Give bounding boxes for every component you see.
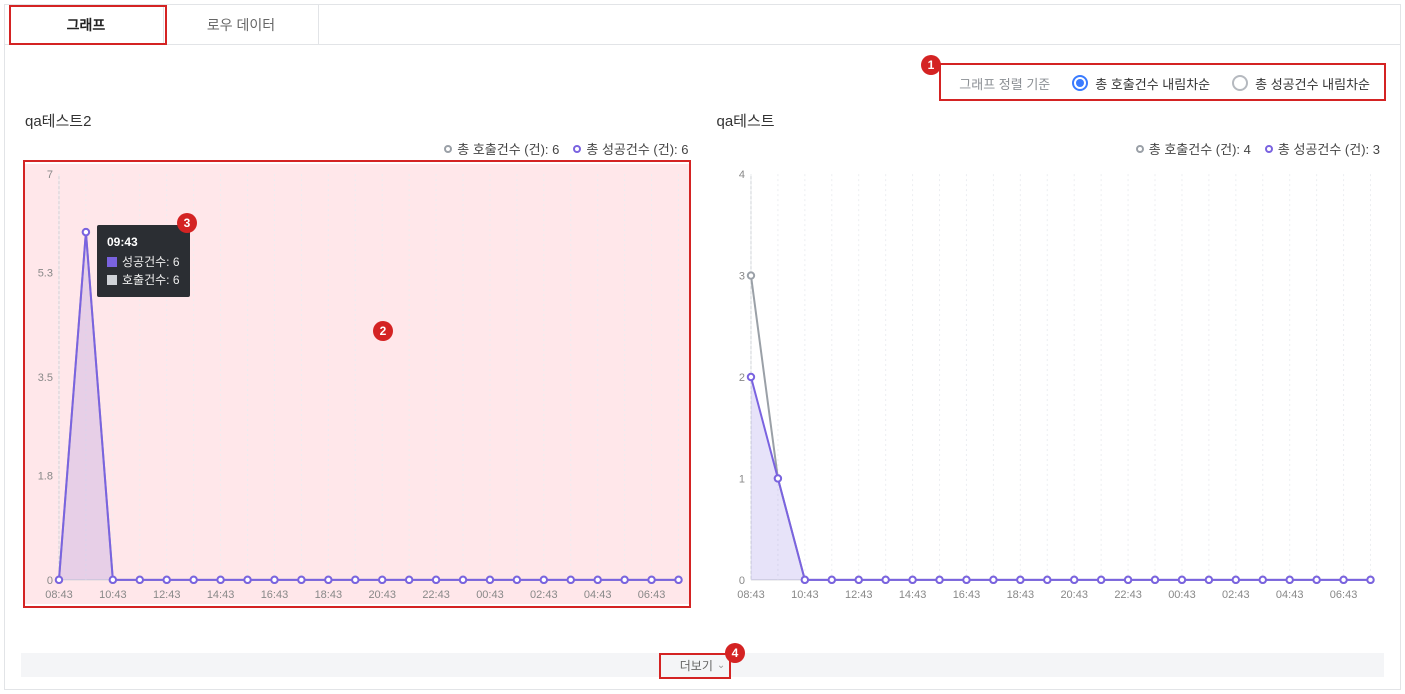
svg-text:06:43: 06:43 — [638, 589, 666, 601]
chart-svg-1: 0 1 2 3 4 08:43 10:43 12:43 14:43 16:43 18:43 20:43… — [717, 164, 1381, 604]
page-root: 그래프 로우 데이터 그래프 정렬 기준 총 호출건수 내림차순 총 성공건수 … — [4, 4, 1401, 690]
svg-text:0: 0 — [47, 575, 53, 587]
svg-text:00:43: 00:43 — [1168, 589, 1196, 601]
legend-calls-label: 총 호출건수 (건): 6 — [457, 139, 559, 158]
legend-success: 총 성공건수 (건): 3 — [1265, 139, 1380, 158]
callout-3: 3 — [177, 213, 197, 233]
legend-calls: 총 호출건수 (건): 6 — [444, 139, 559, 158]
svg-text:0: 0 — [738, 575, 744, 587]
svg-text:02:43: 02:43 — [530, 589, 557, 601]
tab-raw-data[interactable]: 로우 데이터 — [164, 5, 319, 44]
svg-text:3: 3 — [738, 271, 744, 283]
svg-text:10:43: 10:43 — [99, 589, 127, 601]
legend-success-label: 총 성공건수 (건): 6 — [586, 139, 688, 158]
panel-legend: 총 호출건수 (건): 6 총 성공건수 (건): 6 — [25, 139, 689, 158]
svg-text:16:43: 16:43 — [952, 589, 980, 601]
svg-text:18:43: 18:43 — [1006, 589, 1034, 601]
circle-icon — [1136, 145, 1144, 153]
legend-calls-label: 총 호출건수 (건): 4 — [1149, 139, 1251, 158]
svg-text:10:43: 10:43 — [791, 589, 819, 601]
callout-4: 4 — [725, 643, 745, 663]
chart-panel-1: qa테스트 총 호출건수 (건): 4 총 성공건수 (건): 3 012340… — [717, 110, 1381, 645]
panel-legend: 총 호출건수 (건): 4 총 성공건수 (건): 3 — [717, 139, 1381, 158]
svg-text:12:43: 12:43 — [844, 589, 872, 601]
legend-calls: 총 호출건수 (건): 4 — [1136, 139, 1251, 158]
svg-text:22:43: 22:43 — [422, 589, 450, 601]
svg-text:4: 4 — [738, 169, 744, 181]
chart-svg-0: 0 1.8 3.5 5.3 7 08:43 10:43 12:43 14:43 16:43 18:4… — [25, 164, 689, 604]
chart-panel-0: qa테스트2 총 호출건수 (건): 6 총 성공건수 (건): 6 0 1.8 3… — [25, 110, 689, 645]
svg-text:7: 7 — [47, 169, 53, 181]
radio-icon — [1232, 75, 1248, 91]
svg-text:02:43: 02:43 — [1222, 589, 1250, 601]
circle-icon — [573, 145, 581, 153]
circle-icon — [444, 145, 452, 153]
svg-text:04:43: 04:43 — [1275, 589, 1302, 601]
svg-text:16:43: 16:43 — [261, 589, 289, 601]
svg-text:5.3: 5.3 — [38, 268, 53, 280]
svg-text:08:43: 08:43 — [45, 589, 73, 601]
radio-icon — [1072, 75, 1088, 91]
svg-text:20:43: 20:43 — [1060, 589, 1088, 601]
svg-text:18:43: 18:43 — [315, 589, 343, 601]
svg-text:1: 1 — [738, 473, 744, 485]
sort-label: 그래프 정렬 기준 — [959, 74, 1050, 93]
svg-text:08:43: 08:43 — [737, 589, 764, 601]
legend-success-label: 총 성공건수 (건): 3 — [1278, 139, 1380, 158]
legend-success: 총 성공건수 (건): 6 — [573, 139, 688, 158]
tab-bar: 그래프 로우 데이터 — [5, 5, 1400, 45]
circle-icon — [1265, 145, 1273, 153]
svg-text:14:43: 14:43 — [898, 589, 926, 601]
svg-text:00:43: 00:43 — [476, 589, 504, 601]
svg-text:22:43: 22:43 — [1114, 589, 1142, 601]
radio-sort-by-success[interactable]: 총 성공건수 내림차순 — [1232, 74, 1370, 93]
svg-text:3.5: 3.5 — [38, 372, 53, 384]
more-label: 더보기 — [680, 657, 713, 674]
chevron-down-icon: ⌄ — [717, 660, 725, 671]
tab-graph[interactable]: 그래프 — [9, 5, 164, 44]
sort-bar: 그래프 정렬 기준 총 호출건수 내림차순 총 성공건수 내림차순 — [945, 65, 1384, 101]
panel-title: qa테스트2 — [25, 110, 689, 131]
tab-raw-label: 로우 데이터 — [207, 15, 275, 35]
tab-graph-label: 그래프 — [67, 15, 106, 35]
callout-1: 1 — [921, 55, 941, 75]
radio-label: 총 호출건수 내림차순 — [1095, 74, 1210, 93]
chart-area-1[interactable]: 0 1 2 3 4 08:43 10:43 12:43 14:43 16:43 18:43 20:43… — [717, 164, 1381, 604]
svg-text:14:43: 14:43 — [207, 589, 235, 601]
svg-text:12:43: 12:43 — [153, 589, 181, 601]
svg-text:04:43: 04:43 — [584, 589, 611, 601]
radio-label: 총 성공건수 내림차순 — [1255, 74, 1370, 93]
radio-sort-by-calls[interactable]: 총 호출건수 내림차순 — [1072, 74, 1210, 93]
svg-text:2: 2 — [738, 372, 744, 384]
callout-2: 2 — [373, 321, 393, 341]
svg-text:06:43: 06:43 — [1329, 589, 1357, 601]
more-bar: 더보기 ⌄ — [21, 653, 1384, 677]
svg-text:1.8: 1.8 — [38, 471, 53, 483]
svg-text:20:43: 20:43 — [368, 589, 396, 601]
panels: qa테스트2 총 호출건수 (건): 6 총 성공건수 (건): 6 01.83… — [25, 110, 1380, 645]
chart-area-0[interactable]: 0 1.8 3.5 5.3 7 08:43 10:43 12:43 14:43 16:43 18:4… — [25, 164, 689, 604]
panel-title: qa테스트 — [717, 110, 1381, 131]
